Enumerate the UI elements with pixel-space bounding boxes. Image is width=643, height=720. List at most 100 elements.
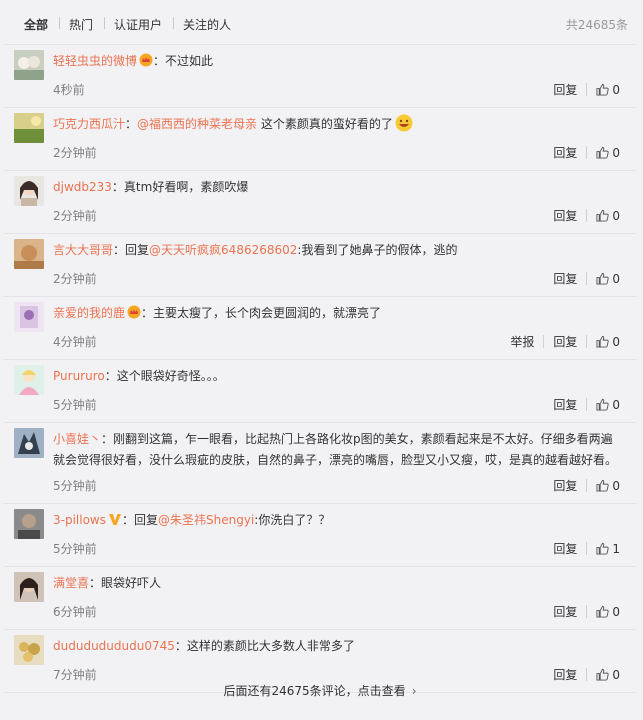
crown-icon bbox=[139, 53, 153, 67]
like-count: 0 bbox=[612, 478, 620, 493]
comment-username[interactable]: 满堂喜 bbox=[53, 576, 89, 590]
load-more-label: 后面还有24675条评论，点击查看 bbox=[223, 684, 406, 698]
like-button[interactable]: 0 bbox=[596, 605, 620, 619]
like-button[interactable]: 0 bbox=[596, 83, 620, 97]
load-more-link[interactable]: 后面还有24675条评论，点击查看 › bbox=[4, 682, 636, 699]
tab-all[interactable]: 全部 bbox=[24, 16, 48, 33]
avatar[interactable] bbox=[14, 365, 44, 395]
report-button[interactable]: 举报 bbox=[510, 333, 534, 350]
comment-item: 亲爱的我的鹿 ：主要太瘦了，长个肉会更圆润的，就漂亮了 4分钟前 举报 回复 0 bbox=[4, 297, 636, 360]
comment-username[interactable]: 3-pillows bbox=[53, 513, 106, 527]
reply-button[interactable]: 回复 bbox=[553, 666, 577, 683]
like-count: 0 bbox=[612, 271, 620, 286]
reply-button[interactable]: 回复 bbox=[553, 603, 577, 620]
comment-content: 这个眼袋好奇怪。。。 bbox=[116, 369, 225, 383]
comment-content: :我看到了她鼻子的假体，逃的 bbox=[297, 243, 458, 257]
like-button[interactable]: 0 bbox=[596, 146, 620, 160]
comment-separator: ： bbox=[89, 576, 102, 590]
thumbs-up-icon bbox=[596, 542, 610, 555]
reply-button[interactable]: 回复 bbox=[553, 270, 577, 287]
avatar[interactable] bbox=[14, 113, 44, 143]
like-count: 0 bbox=[612, 397, 620, 412]
like-count: 0 bbox=[612, 334, 620, 349]
comment-content: 主要太瘦了，长个肉会更圆润的，就漂亮了 bbox=[153, 306, 382, 320]
avatar[interactable] bbox=[14, 176, 44, 206]
comment-username[interactable]: dudududududu0745 bbox=[53, 639, 175, 653]
action-divider bbox=[586, 542, 588, 555]
comment-item: 巧克力西瓜汁：@福西西的种菜老母亲 这个素颜真的蛮好看的了 2分钟前 回复 0 bbox=[4, 108, 636, 171]
tab-verified[interactable]: 认证用户 bbox=[114, 16, 162, 33]
comment-actions: 回复 0 bbox=[553, 477, 620, 494]
reply-button[interactable]: 回复 bbox=[553, 477, 577, 494]
action-divider bbox=[586, 83, 588, 96]
like-count: 1 bbox=[612, 541, 620, 556]
comment-actions: 回复 0 bbox=[553, 603, 620, 620]
reply-button[interactable]: 回复 bbox=[553, 144, 577, 161]
like-button[interactable]: 0 bbox=[596, 479, 620, 493]
comment-text: 3-pillows ：回复@朱圣祎Shengyi:你洗白了？？ bbox=[53, 510, 622, 531]
avatar[interactable] bbox=[14, 572, 44, 602]
comment-time: 4秒前 bbox=[53, 83, 85, 97]
comment-text: 亲爱的我的鹿 ：主要太瘦了，长个肉会更圆润的，就漂亮了 bbox=[53, 303, 622, 324]
action-divider bbox=[586, 209, 588, 222]
reply-button[interactable]: 回复 bbox=[553, 207, 577, 224]
comment-item: 满堂喜：眼袋好吓人 6分钟前 回复 0 bbox=[4, 567, 636, 630]
comment-username[interactable]: 巧克力西瓜汁 bbox=[53, 117, 125, 131]
total-count: 共24685条 bbox=[565, 18, 628, 32]
avatar[interactable] bbox=[14, 635, 44, 665]
comment-separator: ： bbox=[122, 513, 135, 527]
comment-username[interactable]: 小喜娃丶 bbox=[53, 432, 101, 446]
comment-actions: 回复 0 bbox=[553, 207, 620, 224]
mention-link[interactable]: @天天听疯疯6486268602 bbox=[149, 243, 297, 257]
mention-link[interactable]: @福西西的种菜老母亲 bbox=[137, 117, 257, 131]
mention-link[interactable]: @朱圣祎Shengyi bbox=[158, 513, 254, 527]
reply-button[interactable]: 回复 bbox=[553, 396, 577, 413]
comment-username[interactable]: djwdb233 bbox=[53, 180, 112, 194]
like-count: 0 bbox=[612, 145, 620, 160]
like-count: 0 bbox=[612, 208, 620, 223]
comment-time: 2分钟前 bbox=[53, 146, 97, 160]
reply-button[interactable]: 回复 bbox=[553, 81, 577, 98]
like-button[interactable]: 0 bbox=[596, 335, 620, 349]
thumbs-up-icon bbox=[596, 605, 610, 618]
tab-following[interactable]: 关注的人 bbox=[183, 16, 231, 33]
avatar[interactable] bbox=[14, 509, 44, 539]
comment-panel: 全部 热门 认证用户 关注的人 共24685条 轻轻虫虫的微博 ：不过如此 4秒前… bbox=[4, 0, 636, 720]
like-button[interactable]: 0 bbox=[596, 209, 620, 223]
thumbs-up-icon bbox=[596, 83, 610, 96]
comment-username[interactable]: Purururo bbox=[53, 369, 105, 383]
comment-username[interactable]: 轻轻虫虫的微博 bbox=[53, 54, 137, 68]
comment-item: 言大大哥哥：回复@天天听疯疯6486268602:我看到了她鼻子的假体，逃的 2… bbox=[4, 234, 636, 297]
like-button[interactable]: 0 bbox=[596, 668, 620, 682]
comment-content: :你洗白了？？ bbox=[254, 513, 331, 527]
comment-username[interactable]: 言大大哥哥 bbox=[53, 243, 113, 257]
comment-username[interactable]: 亲爱的我的鹿 bbox=[53, 306, 125, 320]
comment-separator: ： bbox=[141, 306, 154, 320]
avatar[interactable] bbox=[14, 302, 44, 332]
v-icon bbox=[108, 512, 122, 526]
comment-time: 2分钟前 bbox=[53, 209, 97, 223]
action-divider bbox=[586, 146, 588, 159]
comment-text: dudududududu0745：这样的素颜比大多数人非常多了 bbox=[53, 636, 622, 657]
comment-separator: ： bbox=[174, 639, 187, 653]
comment-text: 小喜娃丶：刚翻到这篇，乍一眼看，比起热门上各路化妆p图的美女，素颜看起来是不太好… bbox=[53, 429, 622, 471]
avatar[interactable] bbox=[14, 428, 44, 458]
comment-time: 6分钟前 bbox=[53, 605, 97, 619]
like-button[interactable]: 1 bbox=[596, 542, 620, 556]
comment-actions: 回复 1 bbox=[553, 540, 620, 557]
like-button[interactable]: 0 bbox=[596, 272, 620, 286]
comment-actions: 回复 0 bbox=[553, 270, 620, 287]
comment-separator: ： bbox=[111, 180, 124, 194]
reply-button[interactable]: 回复 bbox=[553, 333, 577, 350]
tab-hot[interactable]: 热门 bbox=[69, 16, 93, 33]
comment-separator: ： bbox=[125, 117, 138, 131]
like-button[interactable]: 0 bbox=[596, 398, 620, 412]
action-divider bbox=[586, 272, 588, 285]
reply-button[interactable]: 回复 bbox=[553, 540, 577, 557]
comment-item: 小喜娃丶：刚翻到这篇，乍一眼看，比起热门上各路化妆p图的美女，素颜看起来是不太好… bbox=[4, 423, 636, 504]
avatar[interactable] bbox=[14, 50, 44, 80]
reply-prefix: 回复 bbox=[125, 243, 150, 257]
comment-separator: ： bbox=[113, 243, 126, 257]
action-divider bbox=[586, 668, 588, 681]
avatar[interactable] bbox=[14, 239, 44, 269]
